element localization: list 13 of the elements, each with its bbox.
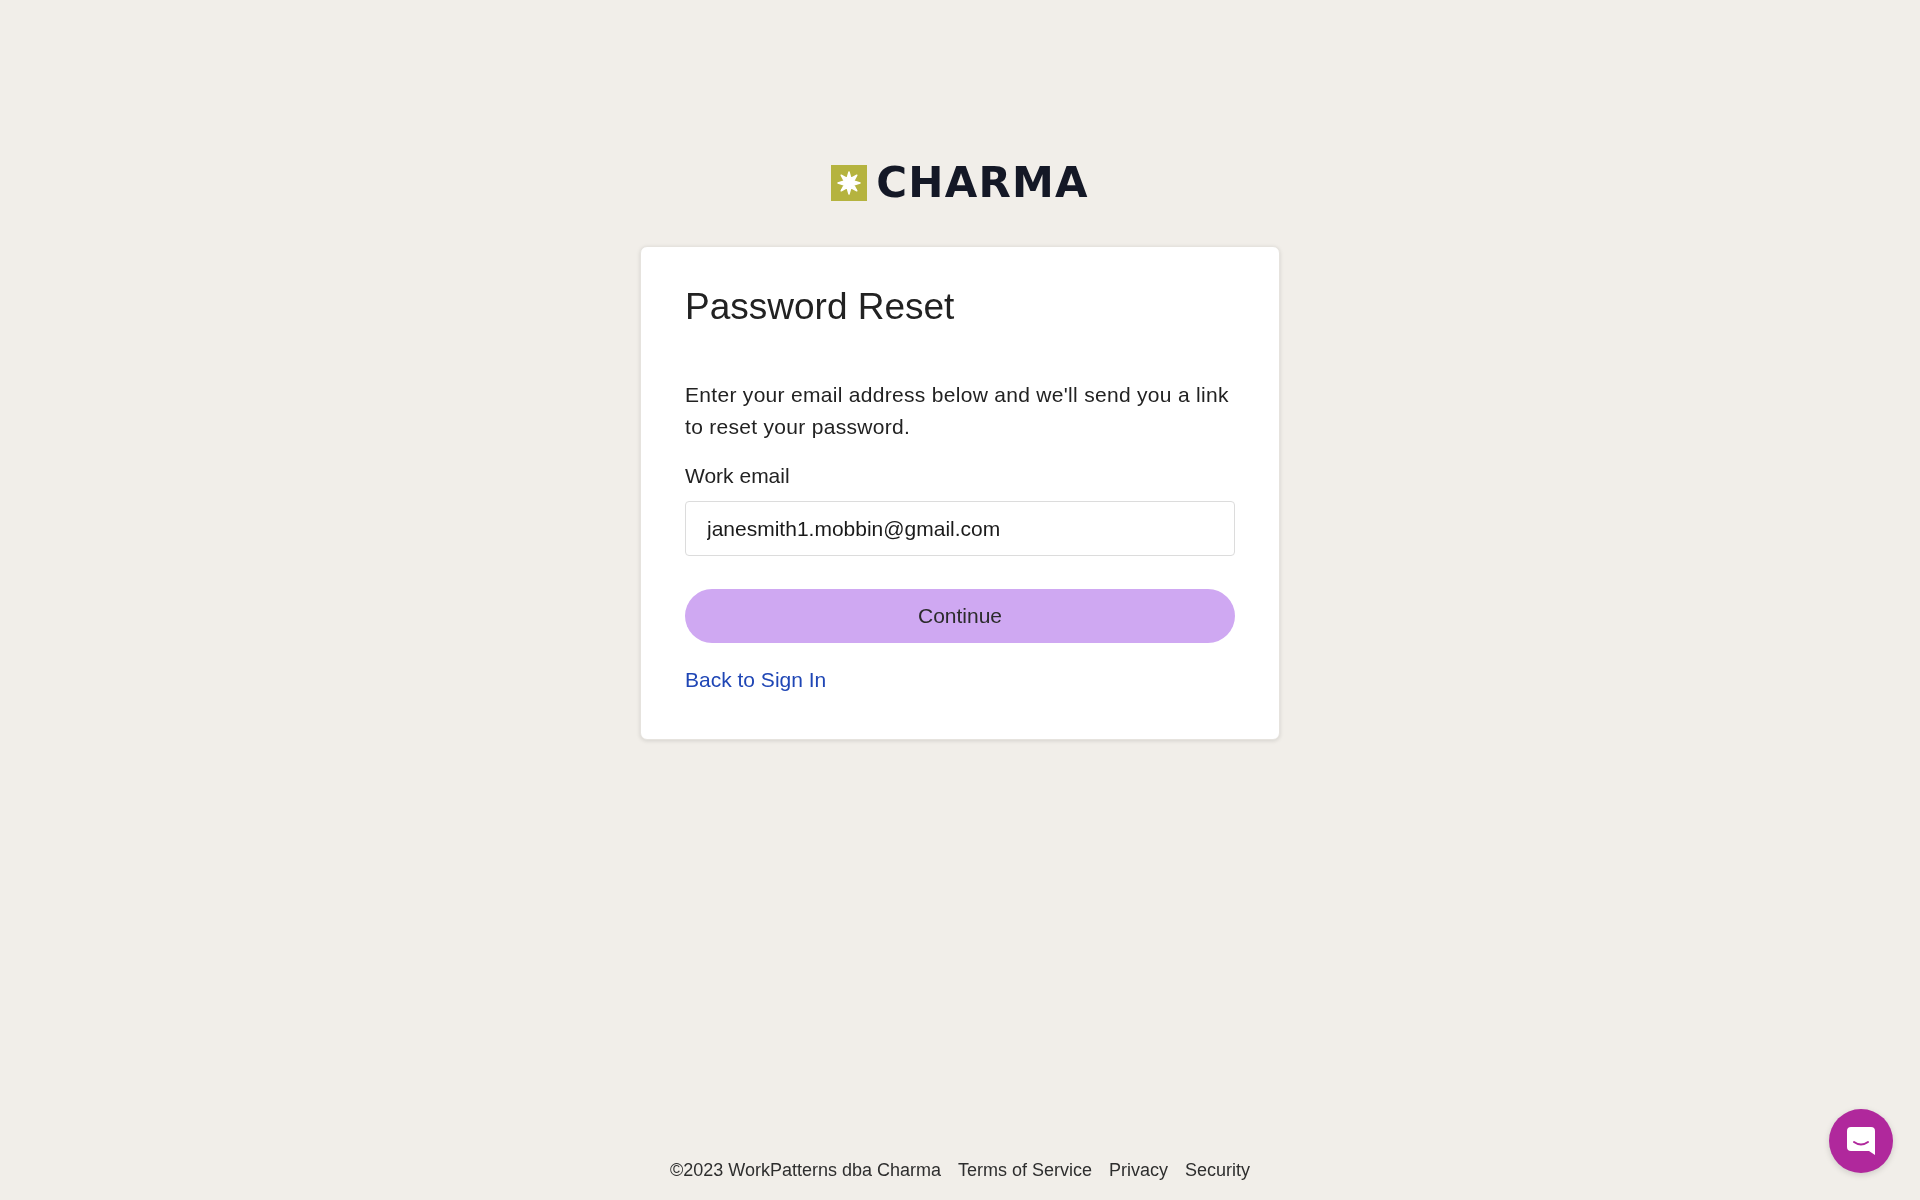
logo-wordmark: CHARMA <box>876 162 1089 204</box>
email-field[interactable]: janesmith1.mobbin@gmail.com <box>685 501 1235 556</box>
field-label: Work email <box>685 463 791 489</box>
description-text: Enter your email address below and we'll send you a link to reset your password. <box>685 382 1230 440</box>
continue-button[interactable]: Continue <box>685 589 1235 643</box>
chat-button[interactable] <box>1829 1109 1893 1173</box>
back-to-sign-in-link[interactable]: Back to Sign In <box>685 667 827 693</box>
copyright-text: ©2023 WorkPatterns dba Charma <box>669 1159 941 1182</box>
card-title: Password Reset <box>685 285 956 329</box>
footer-link[interactable]: Privacy <box>1109 1158 1169 1182</box>
footer-link[interactable]: Security <box>1185 1158 1251 1182</box>
footer-link[interactable]: Terms of Service <box>958 1158 1093 1182</box>
chat-icon <box>1847 1127 1875 1155</box>
